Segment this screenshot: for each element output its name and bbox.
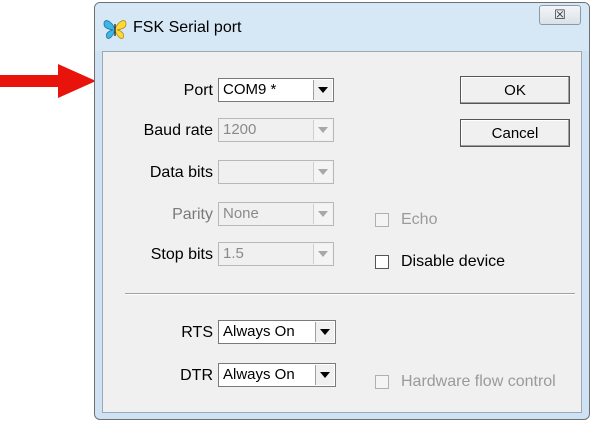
checkbox-box[interactable] [375,255,389,269]
dialog-body: Port COM9 * Baud rate 1200 Data bits Par… [102,51,582,413]
chevron-down-icon[interactable] [315,365,334,385]
close-icon: ☒ [554,7,566,22]
data-bits-select[interactable] [218,160,334,184]
chevron-down-icon[interactable] [313,80,332,100]
dtr-value: Always On [223,366,295,383]
ok-button[interactable]: OK [460,76,570,104]
stop-bits-select[interactable]: 1.5 [218,242,334,266]
baud-rate-value: 1200 [223,121,257,138]
rts-value: Always On [223,323,295,340]
echo-checkbox[interactable]: Echo [375,211,437,229]
chevron-down-icon[interactable] [313,204,332,224]
baud-rate-select[interactable]: 1200 [218,118,334,142]
close-button[interactable]: ☒ [539,5,581,25]
parity-value: None [223,205,259,222]
title-bar: FSK Serial port ☒ [95,3,589,51]
checkbox-box[interactable] [375,375,389,389]
fsk-serial-port-dialog: FSK Serial port ☒ Port COM9 * Baud rate … [94,2,590,420]
dtr-select[interactable]: Always On [218,363,336,387]
rts-select[interactable]: Always On [218,320,336,344]
disable-device-label: Disable device [401,253,506,270]
port-label: Port [183,82,213,99]
window-title: FSK Serial port [133,19,242,36]
cancel-button[interactable]: Cancel [460,119,570,147]
hardware-flow-control-checkbox[interactable]: Hardware flow control [375,373,556,391]
dtr-label: DTR [180,367,213,384]
chevron-down-icon[interactable] [313,120,332,140]
disable-device-checkbox[interactable]: Disable device [375,253,505,271]
stop-bits-label: Stop bits [150,246,213,263]
hardware-flow-control-label: Hardware flow control [401,373,556,390]
butterfly-icon [103,20,127,39]
chevron-down-icon[interactable] [313,244,332,264]
rts-label: RTS [181,324,213,341]
parity-label: Parity [172,206,213,223]
chevron-down-icon[interactable] [313,162,332,182]
red-arrow-icon [0,64,96,98]
port-select[interactable]: COM9 * [218,78,334,102]
data-bits-label: Data bits [149,164,213,181]
port-value: COM9 * [223,81,277,98]
separator [125,293,575,295]
checkbox-box[interactable] [375,213,389,227]
baud-rate-label: Baud rate [143,122,213,139]
echo-label: Echo [401,211,438,228]
stop-bits-value: 1.5 [223,245,244,262]
parity-select[interactable]: None [218,202,334,226]
chevron-down-icon[interactable] [315,322,334,342]
